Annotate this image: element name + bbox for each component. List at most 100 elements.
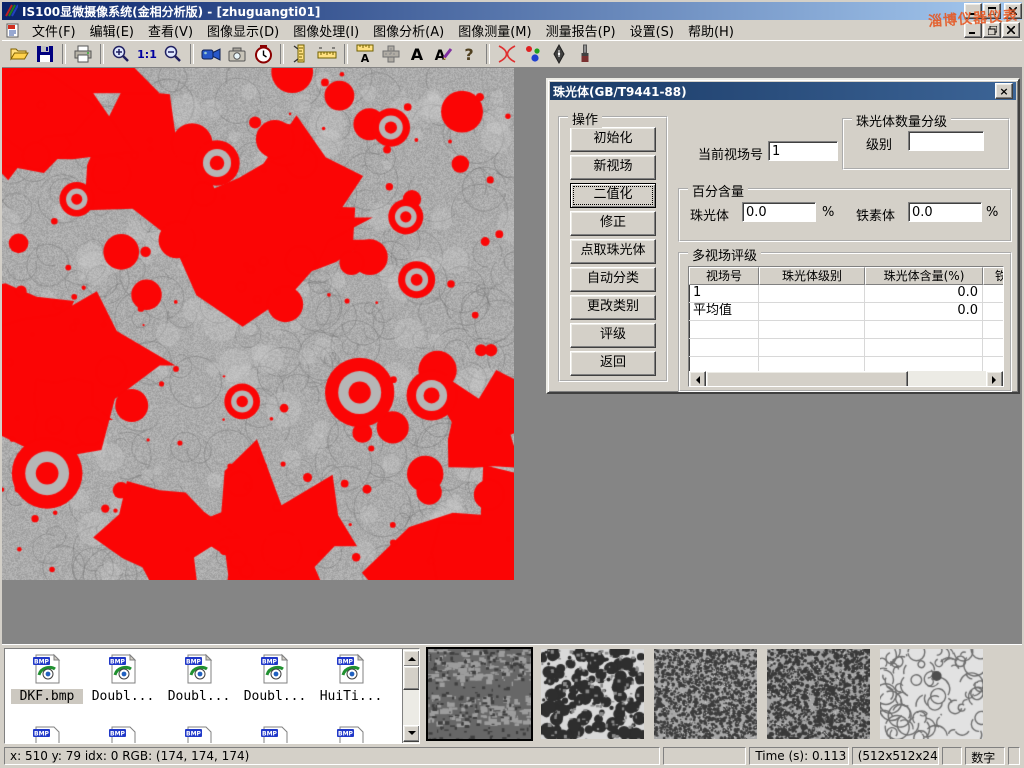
menu-view[interactable]: 查看(V) — [141, 19, 200, 42]
thumbnail-3[interactable] — [654, 649, 757, 739]
bmp-file-icon: BMP — [259, 725, 291, 744]
change-class-button[interactable]: 更改类别 — [570, 295, 656, 320]
menu-image-processing[interactable]: 图像处理(I) — [286, 19, 366, 42]
window-title: IS100显微摄像系统(金相分析版) - [zhuguangti01] — [22, 3, 320, 20]
pen-tool-button[interactable] — [546, 42, 572, 66]
close-button[interactable] — [1004, 3, 1022, 19]
init-button[interactable]: 初始化 — [570, 127, 656, 152]
mdi-restore-button[interactable] — [983, 22, 1001, 38]
scroll-up-button[interactable] — [403, 650, 420, 667]
photo-capture-button[interactable] — [224, 42, 250, 66]
save-button[interactable] — [32, 42, 58, 66]
bmp-file-icon: BMP — [259, 653, 291, 685]
mode-status: 数字 — [965, 747, 1005, 765]
pearlite-dialog: 珠光体(GB/T9441-88) × 操作 初始化 新视场 二值化 修正 点取珠… — [546, 78, 1020, 394]
maximize-button[interactable] — [983, 3, 1001, 19]
thumbnail-5[interactable] — [880, 649, 983, 739]
video-capture-button[interactable] — [198, 42, 224, 66]
ferrite-percent-unit: % — [986, 205, 998, 220]
ferrite-percent-input[interactable] — [908, 202, 982, 222]
cell-grade — [759, 303, 865, 320]
bmp-file-icon: BMP — [31, 653, 63, 685]
file-list-scrollbar[interactable] — [402, 649, 419, 743]
menu-edit[interactable]: 编辑(E) — [83, 19, 141, 42]
grade-button[interactable]: 评级 — [570, 323, 656, 348]
menu-file[interactable]: 文件(F) — [25, 19, 83, 42]
thumbnail-4[interactable] — [767, 649, 870, 739]
menu-image-analysis[interactable]: 图像分析(A) — [366, 19, 451, 42]
table-horizontal-scrollbar[interactable] — [689, 371, 1003, 386]
measure-text-button[interactable]: A — [352, 42, 378, 66]
col-field-no: 视场号 — [689, 267, 759, 285]
table-row[interactable]: 平均值 0.0 — [689, 303, 1003, 321]
particle-analysis-button[interactable] — [520, 42, 546, 66]
file-item[interactable]: BMP HuiTi... — [315, 653, 387, 704]
thumbnail-2[interactable] — [541, 649, 644, 739]
actual-size-button[interactable]: 1:1 — [134, 42, 160, 66]
return-button[interactable]: 返回 — [570, 351, 656, 376]
file-item[interactable]: BMP Doubl... — [163, 653, 235, 704]
level-input[interactable] — [908, 131, 984, 151]
text-annotation-button[interactable]: A — [404, 42, 430, 66]
scrollbar-thumb[interactable] — [706, 371, 908, 387]
file-name[interactable]: Doubl... — [87, 689, 159, 704]
file-item[interactable]: BMP Doubl... — [87, 653, 159, 704]
brush-tool-button[interactable] — [572, 42, 598, 66]
menu-measure-report[interactable]: 测量报告(P) — [539, 19, 623, 42]
cell-field-no: 1 — [689, 285, 759, 302]
micrograph-canvas[interactable] — [2, 68, 514, 580]
mdi-minimize-button[interactable] — [964, 22, 982, 38]
menu-image-display[interactable]: 图像显示(D) — [200, 19, 286, 42]
mdi-close-button[interactable] — [1002, 22, 1020, 38]
edit-annotation-button[interactable]: A — [430, 42, 456, 66]
table-row[interactable]: 1 0.0 — [689, 285, 1003, 303]
timer-button[interactable] — [250, 42, 276, 66]
print-button[interactable] — [70, 42, 96, 66]
file-name[interactable]: Doubl... — [163, 689, 235, 704]
file-item[interactable]: BMP — [163, 725, 235, 744]
help-button[interactable]: ? — [456, 42, 482, 66]
curve-tool-button[interactable] — [494, 42, 520, 66]
menu-image-measure[interactable]: 图像测量(M) — [451, 19, 538, 42]
file-item[interactable]: BMP — [11, 725, 83, 744]
ruler-measure-button[interactable] — [314, 42, 340, 66]
file-name[interactable]: Doubl... — [239, 689, 311, 704]
caliper-measure-button[interactable] — [288, 42, 314, 66]
file-item[interactable]: BMP — [87, 725, 159, 744]
minimize-button[interactable] — [964, 3, 982, 19]
new-field-button[interactable]: 新视场 — [570, 155, 656, 180]
zoom-out-button[interactable] — [160, 42, 186, 66]
open-button[interactable] — [6, 42, 32, 66]
file-item[interactable]: BMP — [239, 725, 311, 744]
zoom-in-button[interactable] — [108, 42, 134, 66]
pick-pearlite-button[interactable]: 点取珠光体 — [570, 239, 656, 264]
thumbnail-1[interactable] — [428, 649, 531, 739]
file-name[interactable]: HuiTi... — [315, 689, 387, 704]
document-icon[interactable] — [6, 23, 21, 38]
auto-classify-button[interactable]: 自动分类 — [570, 267, 656, 292]
zoom-out-icon — [163, 44, 183, 64]
scroll-left-button[interactable] — [689, 371, 706, 387]
cursor-position-status: x: 510 y: 79 idx: 0 RGB: (174, 174, 174) — [4, 747, 660, 765]
binarize-button[interactable]: 二值化 — [570, 183, 656, 208]
open-folder-icon — [9, 44, 29, 64]
file-item[interactable]: BMP Doubl... — [239, 653, 311, 704]
current-field-input[interactable] — [768, 141, 838, 161]
menu-settings[interactable]: 设置(S) — [623, 19, 681, 42]
file-item[interactable]: BMP — [315, 725, 387, 744]
scroll-right-button[interactable] — [986, 371, 1003, 387]
file-item[interactable]: BMP DKF.bmp — [11, 653, 83, 704]
file-name[interactable]: DKF.bmp — [11, 689, 83, 704]
photo-camera-icon — [227, 46, 247, 63]
pearlite-percent-input[interactable] — [742, 202, 816, 222]
scrollbar-thumb[interactable] — [403, 666, 420, 690]
table-row-empty — [689, 321, 1003, 339]
dialog-close-button[interactable]: × — [995, 83, 1013, 99]
correct-button[interactable]: 修正 — [570, 211, 656, 236]
dialog-title-bar[interactable]: 珠光体(GB/T9441-88) × — [550, 82, 1016, 100]
menu-help[interactable]: 帮助(H) — [681, 19, 741, 42]
scroll-down-button[interactable] — [403, 725, 420, 742]
grid-tool-button[interactable] — [378, 42, 404, 66]
zoom-in-icon — [111, 44, 131, 64]
text-glyph: A — [411, 45, 424, 63]
